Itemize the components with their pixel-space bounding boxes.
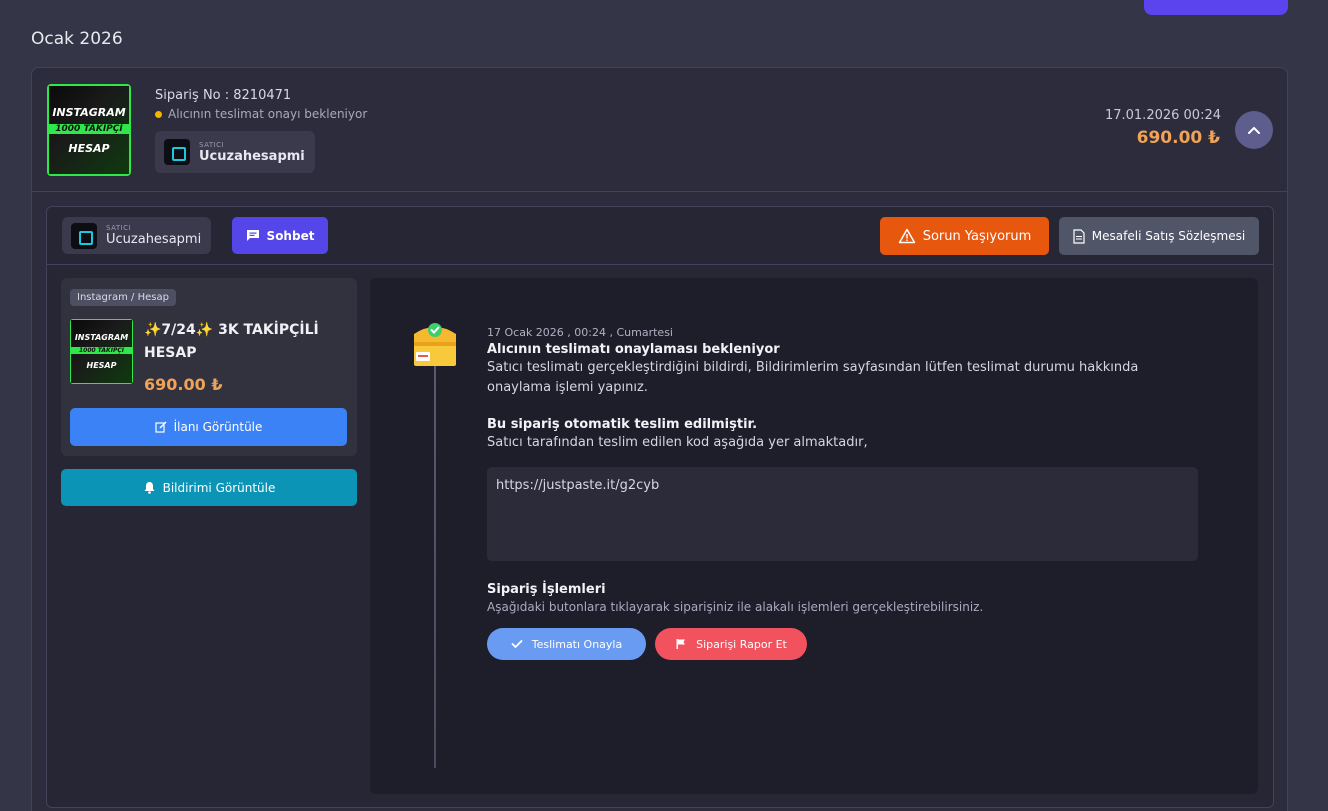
collapse-toggle-button[interactable] xyxy=(1235,111,1273,149)
order-detail-panel: SATICI Ucuzahesapmi Sohbet Sorun Yaşıyor… xyxy=(46,206,1274,808)
confirm-delivery-label: Teslimatı Onayla xyxy=(531,637,623,651)
bell-icon xyxy=(144,482,155,494)
status-dot-icon xyxy=(155,110,162,118)
order-header[interactable]: INSTAGRAM 1000 TAKİPÇİ HESAP Sipariş No … xyxy=(32,68,1287,192)
seller-name: Ucuzahesapmi xyxy=(199,148,305,164)
thumb-line-3: HESAP xyxy=(68,142,110,155)
order-operations-subtitle: Aşağıdaki butonlara tıklayarak siparişin… xyxy=(487,600,984,614)
report-problem-button[interactable]: Sorun Yaşıyorum xyxy=(880,217,1049,255)
treasure-chest-icon xyxy=(410,320,460,370)
chat-button-label: Sohbet xyxy=(266,228,315,243)
timeline-entry: 17 Ocak 2026 , 00:24 , Cumartesi Alıcını… xyxy=(487,326,1198,660)
pthumb-line-2: 1000 TAKİPÇİ xyxy=(71,347,132,354)
delivered-code-box[interactable]: https://justpaste.it/g2cyb xyxy=(487,467,1198,561)
chat-button[interactable]: Sohbet xyxy=(232,217,328,254)
seller-label: SATICI xyxy=(106,224,132,232)
auto-delivery-title: Bu sipariş otomatik teslim edilmiştir. xyxy=(487,417,758,432)
timeline-panel: 17 Ocak 2026 , 00:24 , Cumartesi Alıcını… xyxy=(370,278,1258,794)
month-heading: Ocak 2026 xyxy=(31,29,123,49)
view-listing-label: İlanı Görüntüle xyxy=(173,420,263,434)
product-title[interactable]: ✨7/24✨ 3K TAKİPÇİLİ HESAP xyxy=(144,319,344,365)
auto-delivery-text: Satıcı tarafından teslim edilen kod aşağ… xyxy=(487,435,868,450)
view-notification-label: Bildirimi Görüntüle xyxy=(162,480,276,495)
contract-button[interactable]: Mesafeli Satış Sözleşmesi xyxy=(1059,217,1259,255)
order-date: 17.01.2026 00:24 xyxy=(1104,108,1221,123)
order-status-text: Alıcının teslimat onayı bekleniyor xyxy=(168,107,368,121)
category-badge: Instagram / Hesap xyxy=(70,289,176,306)
product-thumbnail: INSTAGRAM 1000 TAKİPÇİ HESAP xyxy=(70,319,133,384)
order-status: Alıcının teslimat onayı bekleniyor xyxy=(155,107,367,121)
product-price: 690.00 ₺ xyxy=(144,375,223,394)
seller-label: SATICI xyxy=(199,140,225,149)
pthumb-line-3: HESAP xyxy=(86,361,117,370)
check-icon xyxy=(511,640,523,649)
timeline-line xyxy=(434,366,436,768)
flag-icon xyxy=(676,639,686,649)
seller-logo-icon xyxy=(164,139,190,165)
contract-label: Mesafeli Satış Sözleşmesi xyxy=(1091,229,1246,243)
timeline-date: 17 Ocak 2026 , 00:24 , Cumartesi xyxy=(487,326,673,339)
order-operations-title: Sipariş İşlemleri xyxy=(487,582,606,597)
document-icon xyxy=(1073,228,1085,244)
order-price: 690.00 ₺ xyxy=(1136,128,1220,148)
report-order-button[interactable]: Siparişi Rapor Et xyxy=(655,628,807,660)
timeline-title: Alıcının teslimatı onaylaması bekleniyor xyxy=(487,342,780,357)
pthumb-line-1: INSTAGRAM xyxy=(74,333,129,342)
top-action-button[interactable] xyxy=(1144,0,1288,15)
product-card: Instagram / Hesap INSTAGRAM 1000 TAKİPÇİ… xyxy=(61,278,357,456)
view-listing-button[interactable]: İlanı Görüntüle xyxy=(70,408,347,446)
confirm-delivery-button[interactable]: Teslimatı Onayla xyxy=(487,628,646,660)
warning-icon xyxy=(898,228,915,244)
report-problem-label: Sorun Yaşıyorum xyxy=(922,228,1032,244)
detail-toolbar: SATICI Ucuzahesapmi Sohbet Sorun Yaşıyor… xyxy=(47,207,1273,265)
thumb-line-2: 1000 TAKİPÇİ xyxy=(49,124,129,134)
thumb-line-1: INSTAGRAM xyxy=(52,106,126,119)
order-number: Sipariş No : 8210471 xyxy=(155,88,292,103)
order-thumbnail: INSTAGRAM 1000 TAKİPÇİ HESAP xyxy=(47,84,131,176)
seller-name: Ucuzahesapmi xyxy=(106,232,202,247)
view-notification-button[interactable]: Bildirimi Görüntüle xyxy=(61,469,357,506)
chevron-up-icon xyxy=(1248,126,1260,134)
order-card: INSTAGRAM 1000 TAKİPÇİ HESAP Sipariş No … xyxy=(31,67,1288,811)
edit-icon xyxy=(154,421,167,433)
product-column: Instagram / Hesap INSTAGRAM 1000 TAKİPÇİ… xyxy=(61,278,358,506)
order-operations-buttons: Teslimatı Onayla Siparişi Rapor Et xyxy=(487,628,1167,660)
detail-seller-chip[interactable]: SATICI Ucuzahesapmi xyxy=(62,217,212,254)
seller-logo-icon xyxy=(71,222,97,249)
chat-icon xyxy=(246,230,259,241)
seller-chip[interactable]: SATICI Ucuzahesapmi xyxy=(155,131,315,173)
report-order-label: Siparişi Rapor Et xyxy=(696,637,787,651)
timeline-text: Satıcı teslimatı gerçekleştirdiğini bild… xyxy=(487,360,1139,395)
